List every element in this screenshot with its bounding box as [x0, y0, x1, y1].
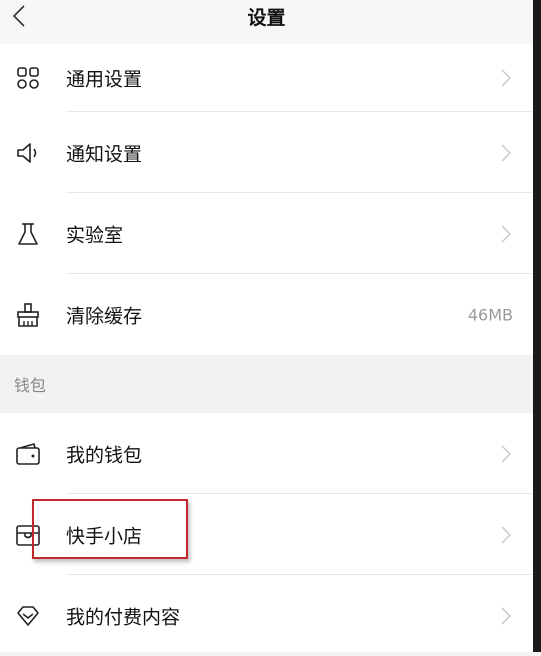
broom-icon	[17, 302, 39, 327]
settings-item-label: 通用设置	[66, 68, 143, 91]
wallet-icon	[16, 442, 40, 465]
speaker-icon	[17, 142, 37, 163]
settings-item-lab[interactable]: 实验室	[0, 193, 533, 274]
settings-item-label: 实验室	[66, 224, 124, 246]
settings-item-paid-content[interactable]: 我的付费内容	[0, 575, 533, 656]
chevron-right-icon	[501, 143, 512, 162]
settings-item-my-wallet[interactable]: 我的钱包	[0, 413, 533, 494]
chevron-right-icon	[501, 224, 512, 243]
cache-size-value: 46MB	[467, 305, 513, 324]
chevron-right-icon	[501, 606, 512, 625]
settings-item-label: 清除缓存	[66, 305, 143, 327]
wallet-section-header: 钱包	[0, 355, 533, 413]
settings-item-clear-cache[interactable]: 清除缓存 46MB	[0, 274, 533, 355]
general-settings-group: 通用设置 通知设置 实验室 清除缓存 46MB	[0, 44, 533, 355]
section-title: 钱包	[14, 376, 47, 395]
highlight-box	[32, 499, 188, 559]
settings-item-label: 通知设置	[66, 143, 143, 165]
screen-edge	[533, 0, 541, 652]
nav-header: 设置	[0, 0, 533, 45]
chevron-right-icon	[501, 525, 512, 544]
settings-item-label: 我的付费内容	[66, 606, 181, 628]
diamond-icon	[17, 605, 39, 626]
settings-item-general[interactable]: 通用设置	[0, 44, 533, 112]
chevron-right-icon	[501, 69, 512, 87]
grid-icon	[17, 67, 39, 89]
chevron-right-icon	[501, 444, 512, 463]
settings-screen: 设置 通用设置 通知设置 实验室 清除缓存 46MB 钱包 我的钱包 快手小店 …	[0, 0, 533, 652]
settings-item-label: 我的钱包	[66, 444, 143, 466]
page-title: 设置	[247, 7, 286, 29]
flask-icon	[18, 222, 38, 245]
settings-item-notifications[interactable]: 通知设置	[0, 112, 533, 193]
